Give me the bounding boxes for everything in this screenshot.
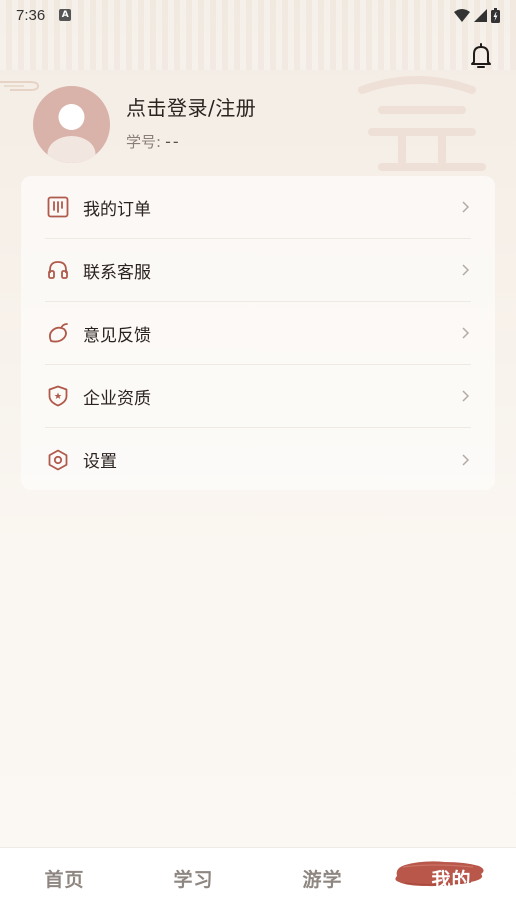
tab-home[interactable]: 首页 (0, 848, 129, 917)
student-id-value: -- (165, 131, 181, 151)
menu-item-label: 联系客服 (83, 262, 151, 283)
chevron-right-icon (462, 390, 470, 402)
battery-icon (491, 7, 500, 23)
tab-study-tour[interactable]: 游学 (258, 848, 387, 917)
status-bar: 7:36 A (0, 0, 516, 30)
pavilion-decoration (358, 76, 486, 171)
menu-item-orders[interactable]: 我的订单 (45, 176, 471, 239)
chevron-right-icon (462, 201, 470, 213)
signal-icon (474, 8, 487, 22)
chevron-right-icon (462, 453, 470, 466)
status-time: 7:36 (16, 6, 46, 24)
menu-item-label: 我的订单 (83, 199, 151, 220)
tab-label: 首页 (44, 869, 85, 891)
tab-label: 我的 (431, 869, 472, 891)
login-register-link[interactable]: 点击登录/注册 (126, 92, 256, 121)
wifi-icon (454, 8, 470, 22)
user-silhouette-icon (47, 104, 96, 163)
menu-item-qualification[interactable]: 企业资质 (45, 365, 471, 428)
bell-icon[interactable] (467, 42, 495, 70)
feedback-icon (45, 320, 71, 346)
tab-label: 学习 (173, 869, 214, 891)
profile-section[interactable]: 点击登录/注册 学号: -- (33, 86, 256, 163)
menu-item-settings[interactable]: 设置 (45, 428, 471, 491)
menu-item-feedback[interactable]: 意见反馈 (45, 302, 471, 365)
tab-mine[interactable]: 我的 (387, 848, 516, 917)
menu-item-label: 企业资质 (83, 388, 151, 409)
tab-label: 游学 (302, 869, 343, 891)
notification-a-icon: A (59, 9, 72, 21)
avatar[interactable] (33, 86, 110, 163)
student-id-row: 学号: -- (126, 131, 256, 152)
bottom-tab-bar: 首页 学习 游学 我的 (0, 847, 516, 917)
menu-item-label: 设置 (83, 452, 117, 472)
order-icon (45, 194, 71, 220)
shield-icon (45, 383, 71, 409)
menu-item-customer-service[interactable]: 联系客服 (45, 239, 471, 302)
tab-study[interactable]: 学习 (129, 848, 258, 917)
menu-item-label: 意见反馈 (83, 325, 151, 346)
student-id-label: 学号: (126, 132, 162, 151)
chevron-right-icon (462, 327, 470, 339)
menu-card: 我的订单 联系客服 意见反馈 企业资质 设置 (21, 176, 495, 490)
settings-icon (45, 447, 71, 473)
chevron-right-icon (462, 264, 470, 276)
headset-icon (45, 257, 71, 283)
